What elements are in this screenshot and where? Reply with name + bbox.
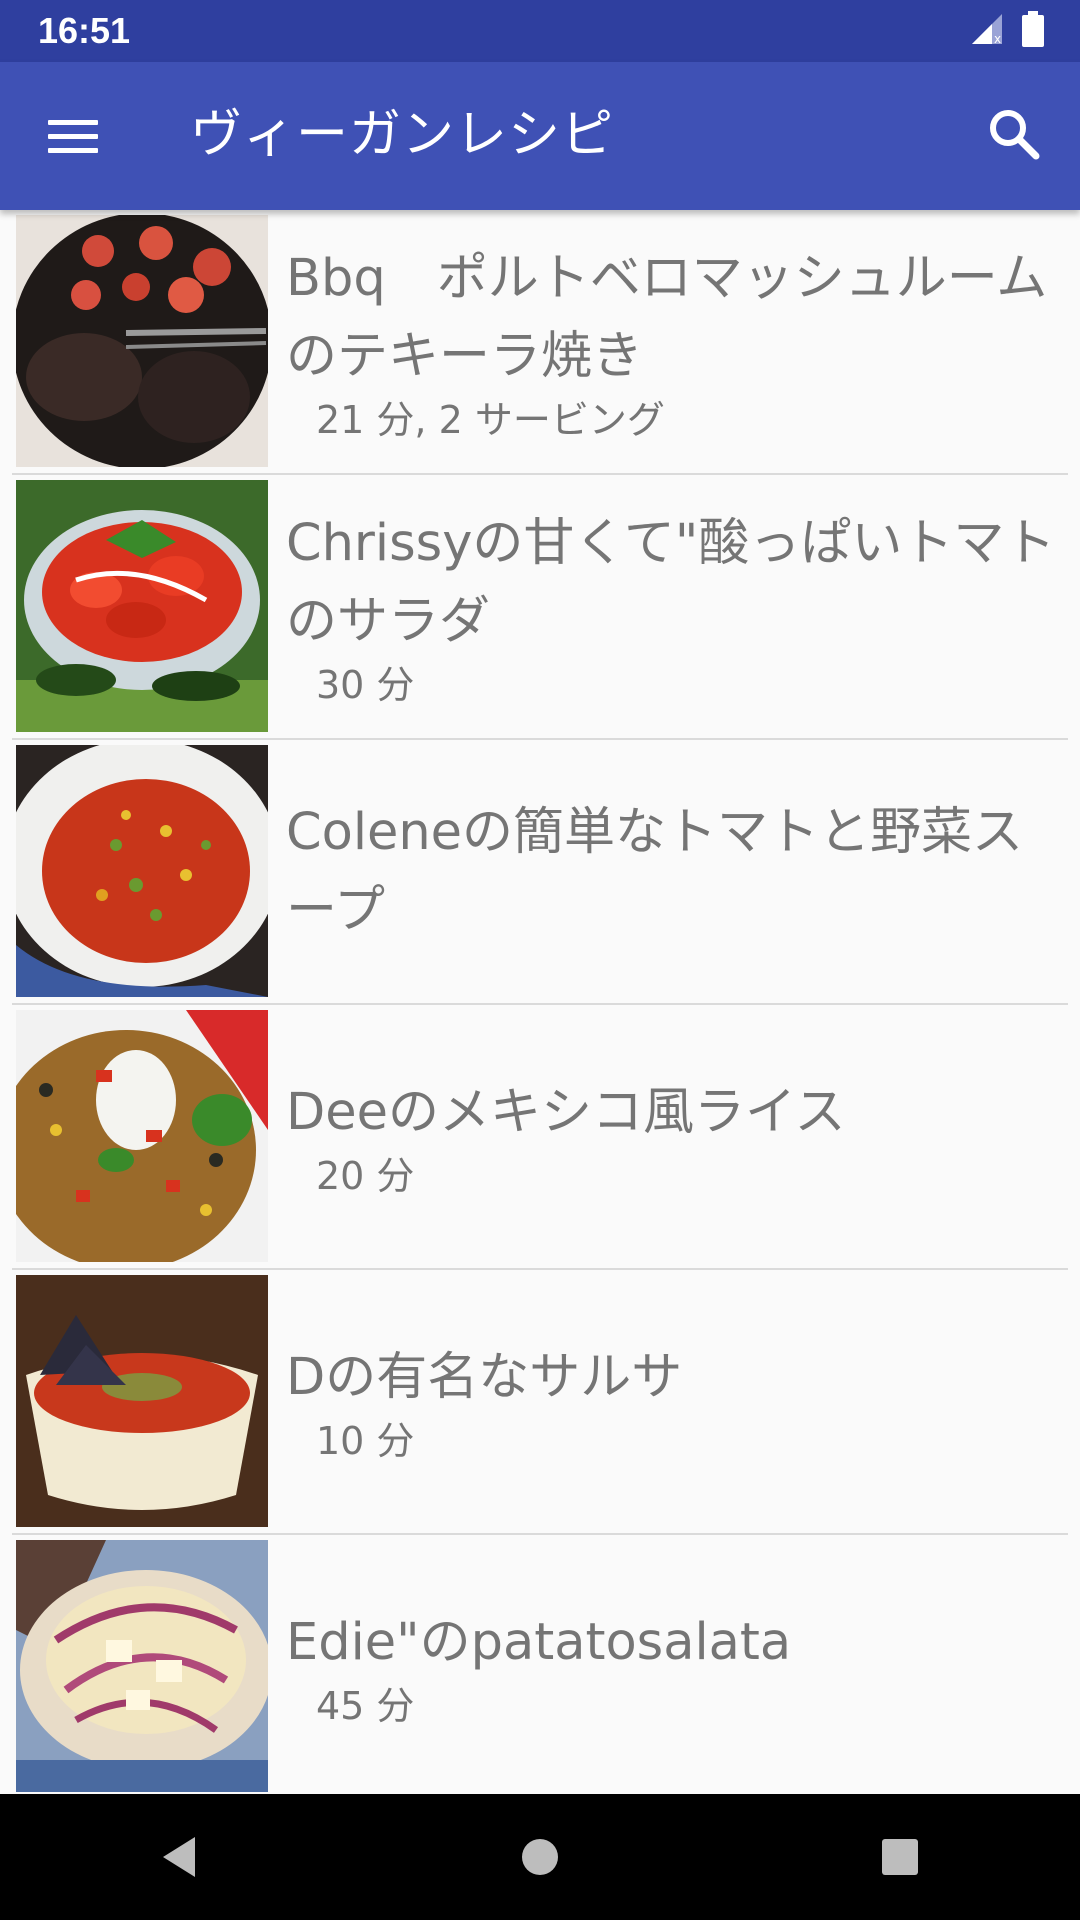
status-time: 16:51	[38, 10, 131, 51]
recipe-thumbnail	[16, 1540, 268, 1792]
recipe-text: Chrissyの甘くて"酸っぱいトマトのサラダ 30 分	[286, 475, 1068, 738]
recipe-text: Bbq ポルトベロマッシュルームのテキーラ焼き 21 分, 2 サービング	[286, 210, 1068, 473]
recipe-title: Coleneの簡単なトマトと野菜スープ	[286, 802, 1024, 940]
recipe-item[interactable]: Coleneの簡単なトマトと野菜スープ	[12, 740, 1068, 1005]
back-icon	[163, 1837, 195, 1877]
recipe-title: Deeのメキシコ風ライス	[286, 1082, 846, 1142]
navigation-bar	[0, 1794, 1080, 1920]
recipe-title: Dの有名なサルサ	[286, 1347, 683, 1407]
search-icon	[990, 110, 1040, 160]
recipe-item[interactable]: Chrissyの甘くて"酸っぱいトマトのサラダ 30 分	[12, 475, 1068, 740]
page-title: ヴィーガンレシピ	[190, 105, 615, 165]
recents-button[interactable]	[850, 1807, 950, 1907]
recipe-item[interactable]: Bbq ポルトベロマッシュルームのテキーラ焼き 21 分, 2 サービング	[12, 210, 1068, 475]
recipe-thumbnail	[16, 1275, 268, 1527]
back-button[interactable]	[130, 1807, 230, 1907]
recipe-title: Edie"のpatatosalata	[286, 1612, 792, 1672]
recipe-item[interactable]: Dの有名なサルサ 10 分	[12, 1270, 1068, 1535]
recipe-thumbnail	[16, 1010, 268, 1262]
recipe-thumbnail	[16, 745, 268, 997]
recipe-meta: 20 分	[316, 1153, 415, 1198]
recipe-text: Dの有名なサルサ 10 分	[286, 1270, 1068, 1533]
recipe-text: Coleneの簡単なトマトと野菜スープ	[286, 740, 1068, 1003]
recipe-thumbnail	[16, 480, 268, 732]
menu-button[interactable]	[36, 106, 108, 166]
recipe-text: Edie"のpatatosalata 45 分	[286, 1535, 1068, 1794]
home-button[interactable]	[490, 1807, 590, 1907]
signal-icon: x	[970, 14, 1004, 48]
app-bar: ヴィーガンレシピ	[0, 62, 1080, 210]
battery-icon	[1022, 11, 1044, 51]
recipe-title: Chrissyの甘くて"酸っぱいトマトのサラダ	[286, 513, 1056, 651]
recipe-meta: 30 分	[316, 662, 415, 707]
recipe-text: Deeのメキシコ風ライス 20 分	[286, 1005, 1068, 1268]
recipe-meta: 45 分	[316, 1683, 415, 1728]
search-button[interactable]	[980, 100, 1050, 170]
status-bar: 16:51 x	[0, 0, 1080, 62]
svg-text:x: x	[994, 32, 1001, 44]
recipe-item[interactable]: Deeのメキシコ風ライス 20 分	[12, 1005, 1068, 1270]
home-icon	[522, 1839, 558, 1875]
recipe-item[interactable]: Edie"のpatatosalata 45 分	[12, 1535, 1068, 1794]
recipe-list[interactable]: Bbq ポルトベロマッシュルームのテキーラ焼き 21 分, 2 サービング Ch…	[0, 210, 1080, 1794]
recents-icon	[882, 1839, 918, 1875]
recipe-title: Bbq ポルトベロマッシュルームのテキーラ焼き	[286, 248, 1048, 386]
recipe-meta: 21 分, 2 サービング	[316, 397, 665, 442]
recipe-thumbnail	[16, 215, 268, 467]
recipe-meta: 10 分	[316, 1418, 415, 1463]
status-icons: x	[970, 11, 1044, 51]
